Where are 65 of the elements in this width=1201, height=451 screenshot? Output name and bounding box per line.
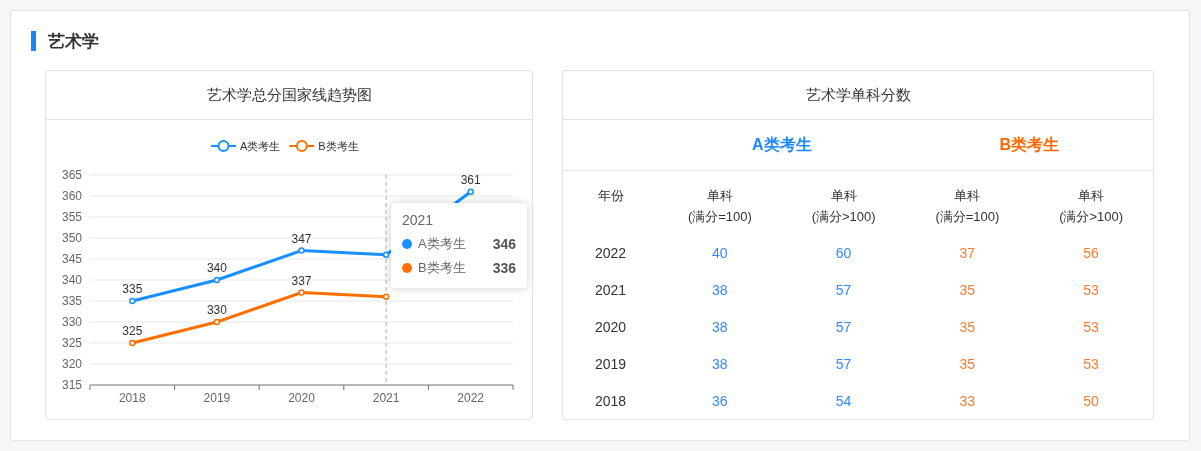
table-cell: 54 bbox=[835, 392, 852, 409]
series-value: 336 bbox=[492, 260, 516, 276]
y-tick-label: 355 bbox=[61, 210, 82, 224]
y-tick-label: 320 bbox=[61, 357, 82, 371]
y-tick-label: 325 bbox=[61, 336, 82, 350]
table-cell: 53 bbox=[1083, 281, 1099, 298]
table-cell: 53 bbox=[1083, 318, 1099, 335]
data-label: 337 bbox=[291, 273, 312, 288]
table-cell: 35 bbox=[959, 318, 976, 335]
table-cell: 57 bbox=[835, 281, 852, 298]
table-cell: 2021 bbox=[594, 281, 627, 298]
y-tick-label: 330 bbox=[61, 315, 82, 329]
column-header: 年份 bbox=[597, 187, 624, 205]
panel-title: 艺术学总分国家线趋势图 bbox=[206, 85, 372, 105]
column-header: 单科 (满分>100) bbox=[811, 187, 876, 226]
data-label: 335 bbox=[122, 282, 143, 296]
table-cell: 57 bbox=[835, 318, 852, 335]
table-cell: 35 bbox=[959, 281, 976, 298]
table-cell: 2018 bbox=[594, 392, 627, 409]
data-label: 347 bbox=[291, 231, 312, 246]
table-cell: 2022 bbox=[594, 244, 627, 261]
table-cell: 57 bbox=[835, 355, 852, 372]
column-header: 单科 (满分>100) bbox=[1059, 187, 1124, 226]
panel-title: 艺术学单科分数 bbox=[805, 85, 911, 105]
data-label: 340 bbox=[206, 261, 227, 275]
table-cell: 36 bbox=[712, 392, 728, 409]
x-tick-label: 2021 bbox=[372, 391, 400, 405]
table-cell: 2019 bbox=[594, 355, 627, 372]
table-cell: 40 bbox=[712, 244, 728, 261]
y-tick-label: 350 bbox=[61, 231, 82, 245]
y-tick-label: 360 bbox=[61, 189, 82, 203]
y-tick-label: 335 bbox=[61, 294, 82, 308]
table-cell: 56 bbox=[1083, 244, 1099, 261]
column-header: 单科 (满分=100) bbox=[687, 187, 752, 226]
data-label: 361 bbox=[460, 172, 481, 187]
table-cell: 38 bbox=[712, 318, 728, 335]
legend-label: B类考生 bbox=[318, 140, 359, 152]
group-header: A类考生 bbox=[751, 134, 812, 155]
table-cell: 37 bbox=[959, 244, 976, 261]
table-cell: 53 bbox=[1083, 355, 1099, 372]
table-cell: 2020 bbox=[594, 318, 627, 335]
table-cell: 60 bbox=[835, 244, 852, 261]
series-value: 346 bbox=[492, 236, 516, 252]
series-name: B类考生 bbox=[418, 259, 466, 277]
y-tick-label: 340 bbox=[61, 273, 82, 287]
x-tick-label: 2018 bbox=[118, 391, 146, 405]
y-tick-label: 365 bbox=[61, 168, 82, 182]
x-tick-label: 2020 bbox=[288, 391, 315, 405]
y-tick-label: 345 bbox=[61, 252, 82, 266]
section-title: 艺术学 bbox=[48, 30, 99, 53]
legend-label: A类考生 bbox=[240, 140, 281, 152]
table-cell: 35 bbox=[959, 355, 976, 372]
data-label: 330 bbox=[206, 303, 227, 317]
table-cell: 38 bbox=[712, 355, 728, 372]
x-tick-label: 2019 bbox=[203, 391, 231, 405]
tooltip-title: 2021 bbox=[402, 212, 434, 228]
group-header: B类考生 bbox=[999, 134, 1060, 155]
table-cell: 33 bbox=[959, 392, 976, 409]
x-tick-label: 2022 bbox=[457, 391, 485, 405]
table-cell: 38 bbox=[712, 281, 728, 298]
column-header: 单科 (满分=100) bbox=[935, 187, 1000, 226]
table-cell: 50 bbox=[1083, 392, 1099, 409]
y-tick-label: 315 bbox=[61, 378, 82, 392]
series-name: A类考生 bbox=[418, 235, 466, 253]
data-label: 325 bbox=[122, 324, 143, 338]
